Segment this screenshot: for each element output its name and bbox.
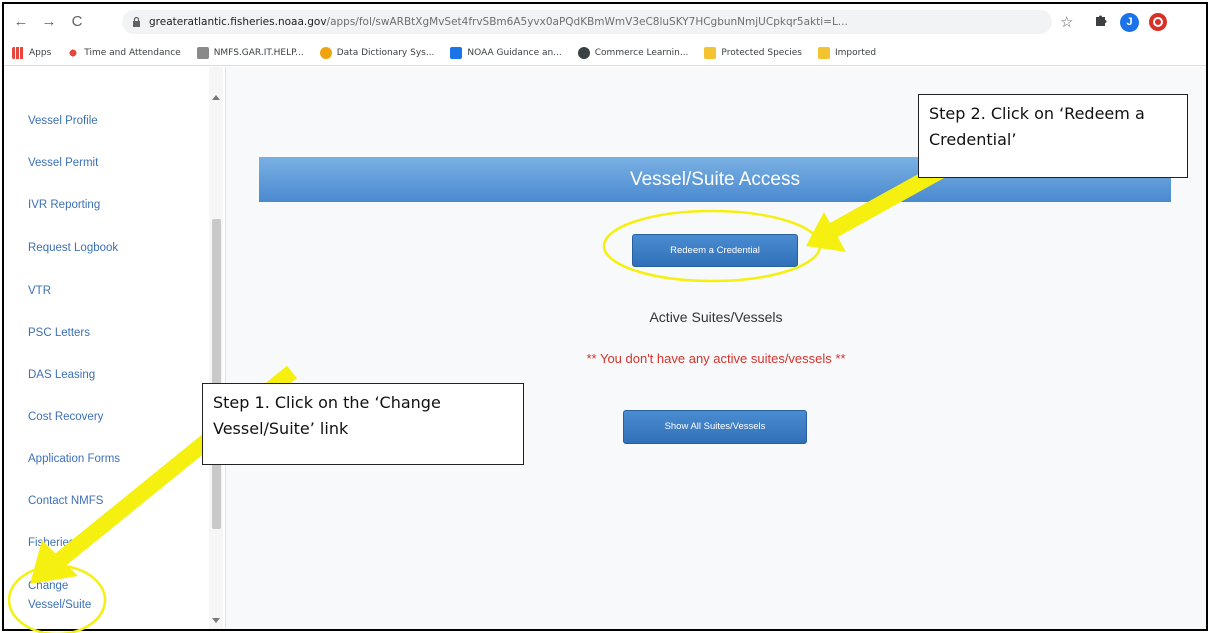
bookmark-imported[interactable]: Imported (818, 46, 877, 59)
bookmark-label: Imported (835, 47, 877, 58)
url-host: greateratlantic.fisheries.noaa.gov (149, 16, 327, 28)
change-vessel-suite-link[interactable]: Change Vessel/Suite (28, 577, 98, 615)
extension-red-icon[interactable] (1149, 13, 1167, 31)
bookmark-star-icon[interactable]: ☆ (1060, 13, 1073, 31)
circle-orange-icon (319, 46, 332, 59)
step1-callout: Step 1. Click on the ‘Change Vessel/Suit… (202, 383, 524, 465)
lock-icon (132, 16, 141, 27)
folder-icon (704, 46, 717, 59)
scroll-up-arrow-icon[interactable] (212, 95, 220, 100)
reload-icon[interactable]: C (66, 11, 88, 33)
back-arrow-icon[interactable]: ← (10, 11, 32, 33)
bookmark-label: Time and Attendance (84, 47, 181, 58)
sidebar-item-vessel-permit[interactable]: Vessel Permit (28, 157, 98, 169)
bookmark-protected-species[interactable]: Protected Species (704, 46, 802, 59)
redeem-credential-button[interactable]: Redeem a Credential (632, 234, 798, 267)
address-bar[interactable]: greateratlantic.fisheries.noaa.gov/apps/… (122, 10, 1052, 34)
show-all-suites-button[interactable]: Show All Suites/Vessels (623, 410, 807, 444)
sidebar-item-cost-recovery[interactable]: Cost Recovery (28, 411, 103, 423)
plus-cross-icon (67, 46, 80, 59)
apps-grid-icon (12, 46, 24, 59)
profile-avatar[interactable]: J (1120, 13, 1139, 32)
forward-arrow-icon[interactable]: → (38, 11, 60, 33)
bookmark-label: NMFS.GAR.IT.HELP... (213, 47, 304, 58)
extensions-puzzle-icon[interactable] (1094, 13, 1108, 30)
trophy-icon (196, 46, 209, 59)
calendar-blue-icon (450, 46, 463, 59)
sidebar-item-psc-letters[interactable]: PSC Letters (28, 327, 90, 339)
bookmark-commerce-learning[interactable]: Commerce Learnin... (577, 46, 689, 59)
url-path: /apps/fol/swARBtXgMvSet4frvSBm6A5yvx0aPQ… (326, 16, 848, 28)
bookmark-label: Data Dictionary Sys... (336, 47, 435, 58)
sidebar-item-vtr[interactable]: VTR (28, 285, 51, 297)
sidebar-scrollbar[interactable] (209, 67, 223, 629)
sidebar-item-das-leasing[interactable]: DAS Leasing (28, 369, 95, 381)
bookmark-time-attendance[interactable]: Time and Attendance (67, 46, 181, 59)
no-active-suites-message: ** You don't have any active suites/vess… (586, 351, 846, 366)
scroll-down-arrow-icon[interactable] (212, 618, 220, 623)
folder-icon (818, 46, 830, 59)
bookmark-data-dictionary[interactable]: Data Dictionary Sys... (319, 46, 435, 59)
bookmark-label: Apps (29, 47, 52, 58)
bookmark-it-help[interactable]: NMFS.GAR.IT.HELP... (196, 46, 304, 59)
sidebar-item-application-forms[interactable]: Application Forms (28, 453, 120, 465)
sidebar-item-vessel-profile[interactable]: Vessel Profile (28, 115, 98, 127)
bookmark-label: Protected Species (721, 47, 802, 58)
bookmarks-bar: Apps Time and Attendance NMFS.GAR.IT.HEL… (4, 40, 1206, 66)
bookmark-noaa-guidance[interactable]: NOAA Guidance an... (450, 46, 562, 59)
sidebar-item-ivr-reporting[interactable]: IVR Reporting (28, 199, 100, 211)
scroll-thumb[interactable] (212, 219, 221, 529)
sidebar: Vessel Profile Vessel Permit IVR Reporti… (4, 67, 226, 629)
globe-icon (577, 46, 590, 59)
sidebar-item-contact-nmfs[interactable]: Contact NMFS (28, 495, 103, 507)
sidebar-item-request-logbook[interactable]: Request Logbook (28, 242, 118, 254)
bookmark-apps[interactable]: Apps (12, 46, 52, 59)
sidebar-item-fisheries[interactable]: Fisheries (28, 537, 75, 549)
step2-callout: Step 2. Click on ‘Redeem a Credential’ (918, 94, 1188, 178)
bookmark-label: NOAA Guidance an... (467, 47, 562, 58)
url-text[interactable]: greateratlantic.fisheries.noaa.gov/apps/… (149, 16, 1029, 28)
bookmark-label: Commerce Learnin... (594, 47, 689, 58)
active-suites-heading: Active Suites/Vessels (649, 309, 783, 325)
